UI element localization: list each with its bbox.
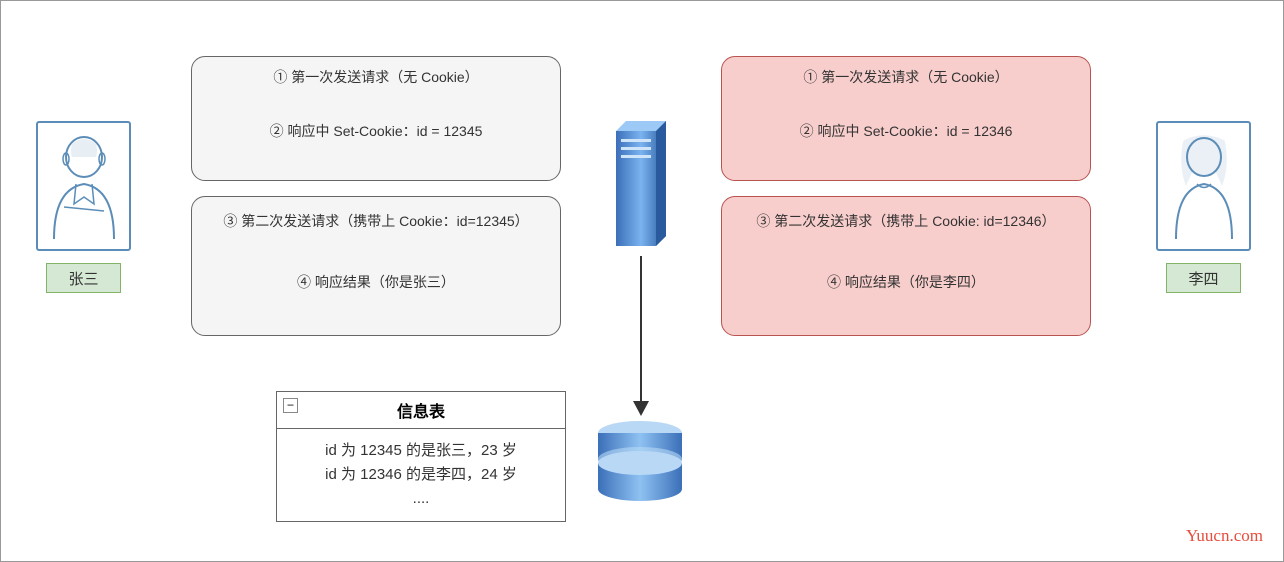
- arrow-right-icon: [210, 96, 550, 98]
- server-icon: [611, 121, 671, 251]
- arrow-left-icon: [210, 150, 550, 152]
- left-msg-box-1: ① 第一次发送请求（无 Cookie） ② 响应中 Set-Cookie：id …: [191, 56, 561, 181]
- arrow-right-icon: [740, 150, 1080, 152]
- right-user-name: 李四: [1188, 268, 1218, 289]
- info-table-card: − 信息表 id 为 12345 的是张三，23 岁 id 为 12346 的是…: [276, 391, 566, 522]
- arrow-down-icon: [629, 256, 653, 346]
- person-male-icon: [44, 129, 124, 244]
- arrow-right-icon: [210, 240, 550, 242]
- arrow-right-icon: [740, 301, 1080, 303]
- avatar-right: [1156, 121, 1251, 251]
- diagram-canvas: 张三 李四 ① 第一次发送请求（无 Cookie） ② 响应中 Set-Cook…: [0, 0, 1284, 562]
- right-box1-line1: ① 第一次发送请求（无 Cookie）: [732, 68, 1080, 86]
- left-user-name: 张三: [68, 268, 98, 289]
- right-box2-line2: ④ 响应结果（你是李四）: [732, 273, 1080, 291]
- left-box1-line2: ② 响应中 Set-Cookie：id = 12345: [202, 122, 550, 140]
- name-label-left: 张三: [46, 263, 121, 293]
- left-box2-line1: ③ 第二次发送请求（携带上 Cookie：id=12345）: [202, 212, 550, 230]
- arrow-left-icon: [210, 301, 550, 303]
- person-female-icon: [1164, 129, 1244, 244]
- right-box2-line1: ③ 第二次发送请求（携带上 Cookie: id=12346）: [732, 212, 1080, 230]
- collapse-icon[interactable]: −: [283, 398, 298, 413]
- info-row-1: id 为 12345 的是张三，23 岁: [297, 439, 545, 463]
- info-table-header: − 信息表: [277, 392, 565, 429]
- info-row-2: id 为 12346 的是李四，24 岁: [297, 463, 545, 487]
- right-box1-line2: ② 响应中 Set-Cookie：id = 12346: [732, 122, 1080, 140]
- arrow-left-icon: [740, 240, 1080, 242]
- info-row-3: ....: [297, 487, 545, 511]
- database-icon: [593, 419, 688, 514]
- left-box1-line1: ① 第一次发送请求（无 Cookie）: [202, 68, 550, 86]
- right-msg-box-1: ① 第一次发送请求（无 Cookie） ② 响应中 Set-Cookie：id …: [721, 56, 1091, 181]
- info-table-body: id 为 12345 的是张三，23 岁 id 为 12346 的是李四，24 …: [277, 429, 565, 521]
- arrow-left-icon: [740, 96, 1080, 98]
- right-msg-box-2: ③ 第二次发送请求（携带上 Cookie: id=12346） ④ 响应结果（你…: [721, 196, 1091, 336]
- left-box2-line2: ④ 响应结果（你是张三）: [202, 273, 550, 291]
- avatar-left: [36, 121, 131, 251]
- info-table-title: 信息表: [397, 404, 445, 421]
- name-label-right: 李四: [1166, 263, 1241, 293]
- watermark-text: Yuucn.com: [1186, 526, 1263, 546]
- left-msg-box-2: ③ 第二次发送请求（携带上 Cookie：id=12345） ④ 响应结果（你是…: [191, 196, 561, 336]
